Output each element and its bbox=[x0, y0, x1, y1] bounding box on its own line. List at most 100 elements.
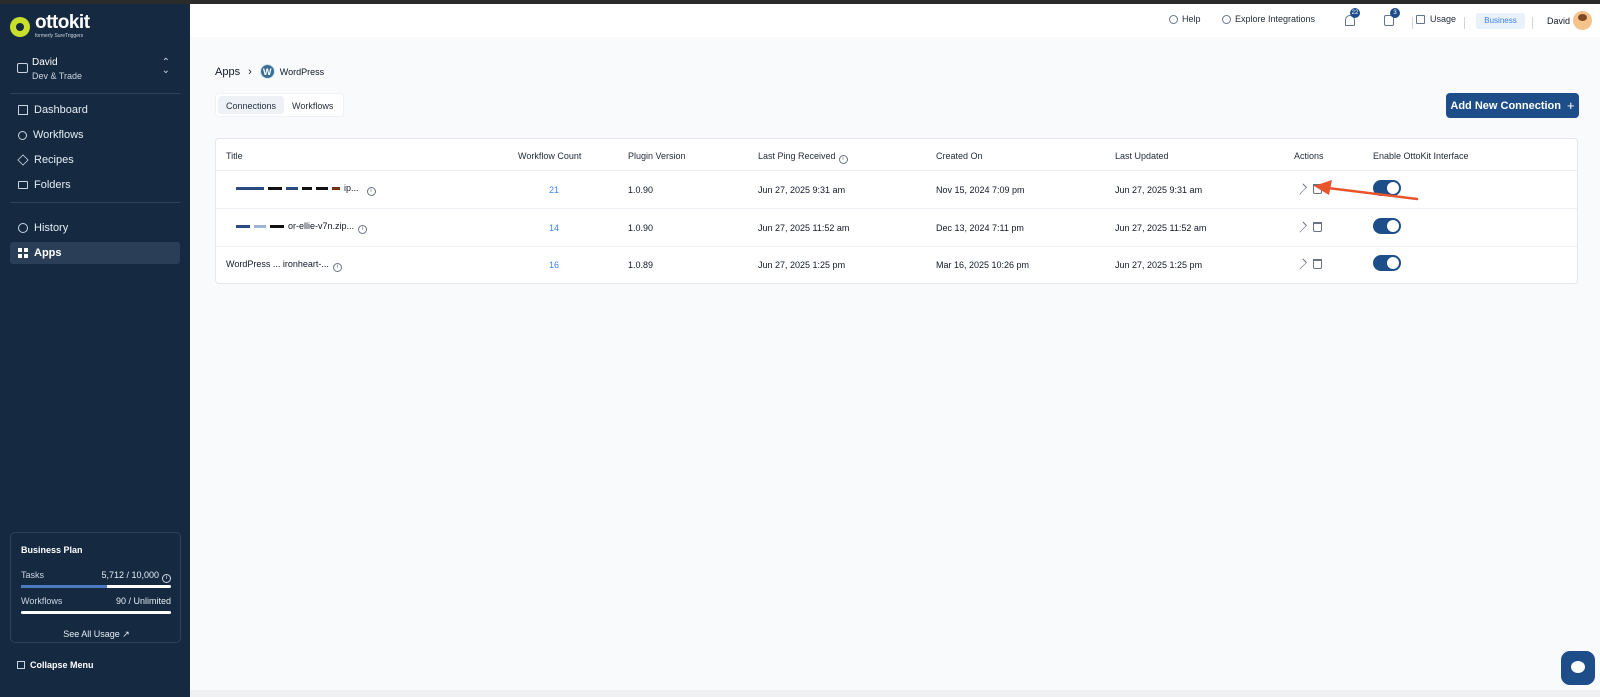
row-2-enable-toggle[interactable] bbox=[1373, 218, 1401, 234]
logo-subtitle: formerly SureTriggers bbox=[35, 33, 84, 39]
breadcrumb: Apps › W WordPress bbox=[215, 64, 324, 79]
user-name[interactable]: David bbox=[1547, 16, 1570, 26]
redacted-text bbox=[236, 187, 264, 191]
column-header-last-ping: Last Ping Received i bbox=[758, 151, 848, 164]
row-3-last-updated: Jun 27, 2025 1:25 pm bbox=[1115, 260, 1203, 270]
tasks-value: 5,712 / 10,000 bbox=[101, 570, 159, 580]
help-link[interactable]: Help bbox=[1169, 14, 1201, 24]
tasks-progress-fill bbox=[21, 585, 107, 588]
add-new-connection-label: Add New Connection bbox=[1450, 99, 1561, 112]
sidebar-item-dashboard[interactable]: Dashboard bbox=[10, 99, 180, 121]
info-icon[interactable]: i bbox=[366, 187, 376, 196]
row-1-workflow-count[interactable]: 21 bbox=[549, 185, 559, 195]
row-divider bbox=[216, 246, 1577, 247]
row-2-created-on: Dec 13, 2024 7:11 pm bbox=[936, 223, 1024, 233]
sidebar-item-workflows[interactable]: Workflows bbox=[10, 124, 180, 146]
column-header-enable-interface: Enable OttoKit Interface bbox=[1373, 151, 1469, 161]
topbar-divider bbox=[1464, 17, 1465, 29]
breadcrumb-current-app: WordPress bbox=[279, 66, 325, 77]
logo-name: ottokit bbox=[35, 12, 90, 33]
breadcrumb-separator: › bbox=[248, 65, 252, 78]
row-1-last-updated: Jun 27, 2025 9:31 am bbox=[1115, 185, 1203, 195]
row-2-title[interactable]: or-ellie-v7n.zip... i bbox=[236, 221, 368, 234]
workspace-switcher[interactable]: David Dev & Trade ⌃ ⌄ bbox=[10, 50, 180, 90]
annotation-arrow bbox=[1314, 180, 1419, 201]
chevron-up-down-icon: ⌃ ⌄ bbox=[161, 57, 170, 76]
sidebar-item-label: Apps bbox=[34, 247, 62, 259]
help-icon bbox=[1169, 14, 1178, 24]
row-1-last-ping: Jun 27, 2025 9:31 am bbox=[758, 185, 846, 195]
row-3-plugin-version: 1.0.89 bbox=[628, 260, 654, 270]
redacted-text bbox=[268, 187, 282, 191]
plan-badge[interactable]: Business bbox=[1476, 13, 1525, 29]
ottokit-logo[interactable]: ottokit formerly SureTriggers bbox=[10, 12, 90, 39]
sidebar-divider bbox=[10, 202, 180, 203]
column-header-actions: Actions bbox=[1294, 151, 1324, 161]
row-1-plugin-version: 1.0.90 bbox=[628, 185, 654, 195]
info-icon[interactable]: i bbox=[838, 155, 848, 164]
redacted-text bbox=[332, 187, 340, 191]
usage-link[interactable]: Usage bbox=[1416, 14, 1456, 24]
row-divider bbox=[216, 208, 1577, 209]
collapse-sidebar-icon bbox=[17, 661, 25, 669]
usage-label: Usage bbox=[1430, 14, 1457, 24]
edit-pencil-icon[interactable] bbox=[1296, 258, 1307, 270]
tab-workflows[interactable]: Workflows bbox=[284, 96, 341, 114]
history-icon bbox=[18, 223, 28, 233]
collapse-menu-button[interactable]: Collapse Menu bbox=[17, 660, 94, 670]
info-icon[interactable]: i bbox=[332, 263, 342, 272]
redacted-text bbox=[302, 187, 312, 191]
delete-trash-icon[interactable] bbox=[1313, 222, 1322, 232]
building-icon bbox=[17, 63, 28, 73]
home-icon bbox=[18, 105, 28, 115]
row-1-created-on: Nov 15, 2024 7:09 pm bbox=[936, 185, 1025, 195]
info-icon[interactable]: i bbox=[162, 574, 171, 583]
column-header-last-updated: Last Updated bbox=[1115, 151, 1169, 161]
workflows-label: Workflows bbox=[21, 596, 63, 606]
sidebar-item-history[interactable]: History bbox=[10, 217, 180, 239]
sidebar-item-recipes[interactable]: Recipes bbox=[10, 149, 180, 171]
topbar-divider bbox=[1532, 17, 1533, 29]
plan-usage-card: Business Plan Tasks 5,712 / 10,000 i Work… bbox=[10, 532, 181, 643]
connections-table: Title Workflow Count Plugin Version Last… bbox=[215, 138, 1578, 284]
workspace-name: David bbox=[32, 57, 58, 68]
row-3-enable-toggle[interactable] bbox=[1373, 255, 1401, 271]
info-icon[interactable]: i bbox=[358, 225, 368, 234]
sidebar-item-label: Recipes bbox=[34, 154, 74, 166]
edit-pencil-icon[interactable] bbox=[1296, 221, 1307, 233]
delete-trash-icon[interactable] bbox=[1313, 259, 1322, 269]
row-3-last-ping: Jun 27, 2025 1:25 pm bbox=[758, 260, 846, 270]
collapse-menu-label: Collapse Menu bbox=[30, 660, 94, 670]
workflows-progress-bar bbox=[21, 611, 171, 614]
row-2-last-ping: Jun 27, 2025 11:52 am bbox=[758, 223, 850, 233]
row-3-workflow-count[interactable]: 16 bbox=[549, 260, 559, 270]
row-3-title[interactable]: WordPress ... ironheart-... i bbox=[226, 259, 342, 272]
workflows-value: 90 / Unlimited bbox=[115, 596, 171, 606]
tasks-label: Tasks bbox=[21, 570, 45, 580]
redacted-text bbox=[254, 225, 266, 229]
explore-integrations-link[interactable]: Explore Integrations bbox=[1222, 14, 1315, 24]
redacted-text bbox=[236, 225, 250, 229]
chat-support-button[interactable] bbox=[1561, 651, 1595, 685]
breadcrumb-apps-link[interactable]: Apps bbox=[215, 66, 240, 78]
sidebar-item-folders[interactable]: Folders bbox=[10, 174, 180, 196]
row-1-title[interactable]: ip... i bbox=[236, 183, 376, 196]
tab-connections[interactable]: Connections bbox=[218, 96, 285, 114]
see-all-usage-link[interactable]: See All Usage ↗ bbox=[11, 629, 182, 640]
explore-integrations-label: Explore Integrations bbox=[1235, 14, 1316, 24]
add-new-connection-button[interactable]: Add New Connection + bbox=[1446, 93, 1579, 118]
apps-grid-icon bbox=[18, 248, 28, 258]
edit-pencil-icon[interactable] bbox=[1296, 183, 1307, 195]
plan-title: Business Plan bbox=[21, 545, 83, 555]
sidebar: ottokit formerly SureTriggers David Dev … bbox=[0, 4, 190, 697]
column-header-created-on: Created On bbox=[936, 151, 983, 161]
sidebar-item-apps[interactable]: Apps bbox=[10, 242, 180, 264]
top-bar: Help Explore Integrations 22 3 Usage Bus… bbox=[190, 4, 1600, 37]
workflows-usage-row: Workflows 90 / Unlimited bbox=[21, 596, 171, 606]
globe-icon bbox=[1222, 14, 1231, 24]
topbar-divider bbox=[1412, 17, 1413, 29]
sidebar-item-label: History bbox=[34, 222, 69, 234]
row-2-workflow-count[interactable]: 14 bbox=[549, 223, 559, 233]
redacted-text bbox=[286, 187, 298, 191]
user-avatar[interactable] bbox=[1573, 11, 1592, 30]
